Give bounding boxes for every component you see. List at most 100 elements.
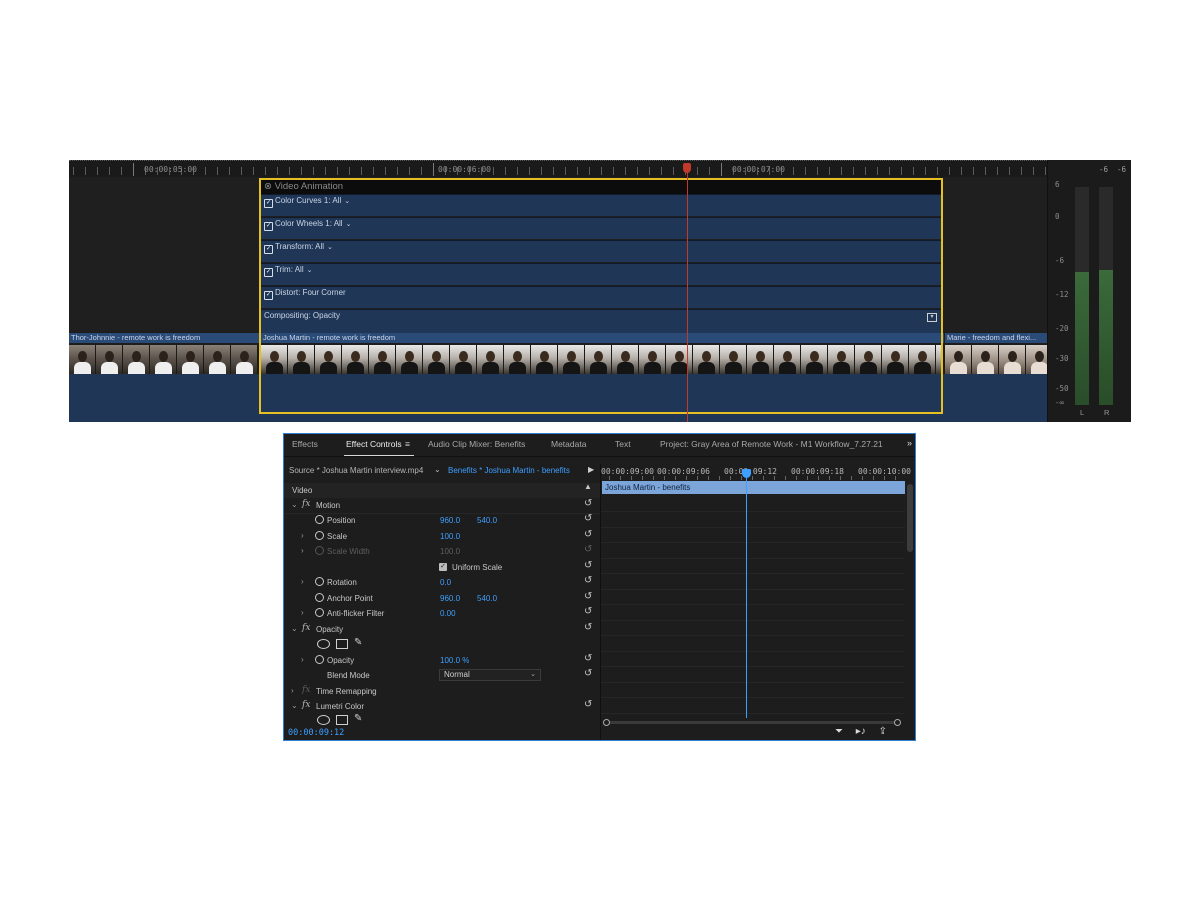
ruler-tick <box>841 167 842 175</box>
ellipse-mask-icon[interactable] <box>317 715 330 725</box>
anchor-y-value[interactable]: 540.0 <box>477 594 497 603</box>
tab-metadata[interactable]: Metadata <box>551 439 586 449</box>
stopwatch-icon[interactable] <box>315 531 324 540</box>
prop-anchor-point[interactable]: Anchor Point 960.0 540.0 ↺ <box>284 591 600 606</box>
pen-mask-icon[interactable]: ✎ <box>354 637 362 648</box>
thumbnail-frame <box>231 345 258 374</box>
filter-icon[interactable]: ⏷ <box>835 726 843 737</box>
fx-icon[interactable]: fx <box>302 499 310 509</box>
clip-label-marie[interactable]: Marie - freedom and flexi... <box>945 333 1049 343</box>
reset-icon[interactable]: ↺ <box>584 591 592 602</box>
reset-icon[interactable]: ↺ <box>584 498 592 509</box>
tab-text[interactable]: Text <box>615 439 631 449</box>
export-icon[interactable]: ⇪ <box>879 726 887 737</box>
effect-controls-panel[interactable]: Effects Effect Controls ≡ Audio Clip Mix… <box>283 433 916 741</box>
prop-uniform-scale[interactable]: ✓ Uniform Scale ↺ <box>284 560 600 575</box>
tab-audio-clip-mixer[interactable]: Audio Clip Mixer: Benefits <box>428 439 525 449</box>
tab-effect-controls[interactable]: Effect Controls <box>346 439 402 449</box>
position-x-value[interactable]: 960.0 <box>440 516 460 525</box>
hamburger-menu-icon[interactable]: ≡ <box>405 439 410 449</box>
stopwatch-icon[interactable] <box>315 515 324 524</box>
position-y-value[interactable]: 540.0 <box>477 516 497 525</box>
uniform-scale-checkbox[interactable]: ✓ <box>439 563 447 571</box>
prop-rotation[interactable]: › Rotation 0.0 ↺ <box>284 575 600 590</box>
rotation-value[interactable]: 0.0 <box>440 578 451 587</box>
anchor-x-value[interactable]: 960.0 <box>440 594 460 603</box>
tab-project[interactable]: Project: Gray Area of Remote Work - M1 W… <box>660 439 883 449</box>
scrollbar-track[interactable] <box>608 721 896 724</box>
chevron-down-icon: ⌄ <box>530 671 536 678</box>
mini-time-ruler[interactable]: 00:00:09:00 00:00:09:06 00:00:09:12 00:0… <box>601 464 911 481</box>
pen-mask-icon[interactable]: ✎ <box>354 713 362 724</box>
ruler-tick <box>613 167 614 175</box>
effect-motion[interactable]: ⌄ fx Motion ↺ <box>284 498 600 513</box>
reset-icon[interactable]: ↺ <box>584 699 592 710</box>
reset-icon[interactable]: ↺ <box>584 668 592 679</box>
reset-icon[interactable]: ↺ <box>584 560 592 571</box>
scroll-up-icon[interactable]: ▲ <box>584 482 592 491</box>
play-audio-icon[interactable]: ▸♪ <box>856 726 866 737</box>
ellipse-mask-icon[interactable] <box>317 639 330 649</box>
selected-clip-outline[interactable] <box>259 178 943 414</box>
sequence-timeline[interactable]: 00:00:05:00 00:00:06:00 00:00:07:00 Thor… <box>69 160 1131 422</box>
source-label[interactable]: Source * Joshua Martin interview.mp4 <box>289 466 423 475</box>
prop-opacity[interactable]: › Opacity 100.0 % ↺ <box>284 653 600 668</box>
expand-chevron-icon[interactable]: › <box>301 577 304 586</box>
effect-controls-timeline[interactable]: 00:00:09:00 00:00:09:06 00:00:09:12 00:0… <box>600 464 915 740</box>
mini-ruler-tick <box>675 476 676 480</box>
prop-blend-mode[interactable]: Blend Mode Normal ⌄ ↺ <box>284 668 600 683</box>
reset-icon[interactable]: ↺ <box>584 622 592 633</box>
vertical-scrollbar[interactable] <box>907 484 913 552</box>
tab-effects[interactable]: Effects <box>292 439 318 449</box>
stopwatch-icon[interactable] <box>315 593 324 602</box>
clip-thumbnails-marie[interactable] <box>945 345 1047 374</box>
collapse-chevron-icon[interactable]: ⌄ <box>291 624 298 633</box>
rectangle-mask-icon[interactable] <box>336 639 348 649</box>
scroll-handle-right[interactable] <box>894 719 901 726</box>
fx-icon[interactable]: fx <box>302 700 310 710</box>
play-triangle-icon[interactable]: ▶ <box>588 465 594 474</box>
rectangle-mask-icon[interactable] <box>336 715 348 725</box>
collapse-chevron-icon[interactable]: ⌄ <box>291 701 298 710</box>
horizontal-scrollbar[interactable] <box>603 719 901 726</box>
scroll-handle-left[interactable] <box>603 719 610 726</box>
sequence-label[interactable]: Benefits * Joshua Martin - benefits <box>448 466 570 475</box>
more-tabs-icon[interactable]: » <box>907 438 912 448</box>
ruler-tick <box>109 167 110 175</box>
blend-mode-select[interactable]: Normal ⌄ <box>439 669 541 681</box>
reset-icon[interactable]: ↺ <box>584 653 592 664</box>
effect-time-remapping[interactable]: › fx Time Remapping <box>284 684 600 699</box>
expand-chevron-icon[interactable]: › <box>301 531 304 540</box>
expand-chevron-icon[interactable]: › <box>301 608 304 617</box>
scale-value[interactable]: 100.0 <box>440 532 460 541</box>
clip-thumbnails-thor[interactable] <box>69 345 258 374</box>
effect-opacity[interactable]: ⌄ fx Opacity ↺ <box>284 622 600 637</box>
mini-ruler-tick <box>730 476 731 480</box>
expand-chevron-icon[interactable]: › <box>301 655 304 664</box>
ruler-tick <box>205 167 206 175</box>
prop-scale[interactable]: › Scale 100.0 ↺ <box>284 529 600 544</box>
reset-icon[interactable]: ↺ <box>584 529 592 540</box>
reset-icon[interactable]: ↺ <box>584 575 592 586</box>
stopwatch-icon[interactable] <box>315 577 324 586</box>
collapse-chevron-icon[interactable]: ⌄ <box>291 500 298 509</box>
opacity-value[interactable]: 100.0 % <box>440 656 469 665</box>
stopwatch-icon[interactable] <box>315 608 324 617</box>
reset-icon[interactable]: ↺ <box>584 606 592 617</box>
ruler-timecode-1: 00:00:05:00 <box>144 165 197 174</box>
stopwatch-icon[interactable] <box>315 655 324 664</box>
reset-icon[interactable]: ↺ <box>584 513 592 524</box>
mini-playhead-handle[interactable] <box>742 469 751 478</box>
time-ruler[interactable]: 00:00:05:00 00:00:06:00 00:00:07:00 <box>69 160 1047 178</box>
fx-icon[interactable]: fx <box>302 623 310 633</box>
clip-label-thor[interactable]: Thor-Johnnie - remote work is freedom <box>69 333 260 343</box>
antiflicker-value[interactable]: 0.00 <box>440 609 456 618</box>
expand-chevron-icon[interactable]: › <box>291 686 294 695</box>
prop-position[interactable]: Position 960.0 540.0 ↺ <box>284 513 600 528</box>
current-timecode[interactable]: 00:00:09:12 <box>288 728 344 738</box>
mini-clip-bar[interactable]: Joshua Martin - benefits <box>602 481 905 494</box>
expand-chevron-icon: › <box>301 546 304 555</box>
prop-antiflicker[interactable]: › Anti-flicker Filter 0.00 ↺ <box>284 606 600 621</box>
effect-lumetri-color[interactable]: ⌄ fx Lumetri Color ↺ <box>284 699 600 714</box>
chevron-down-icon[interactable]: ⌄ <box>434 465 441 474</box>
